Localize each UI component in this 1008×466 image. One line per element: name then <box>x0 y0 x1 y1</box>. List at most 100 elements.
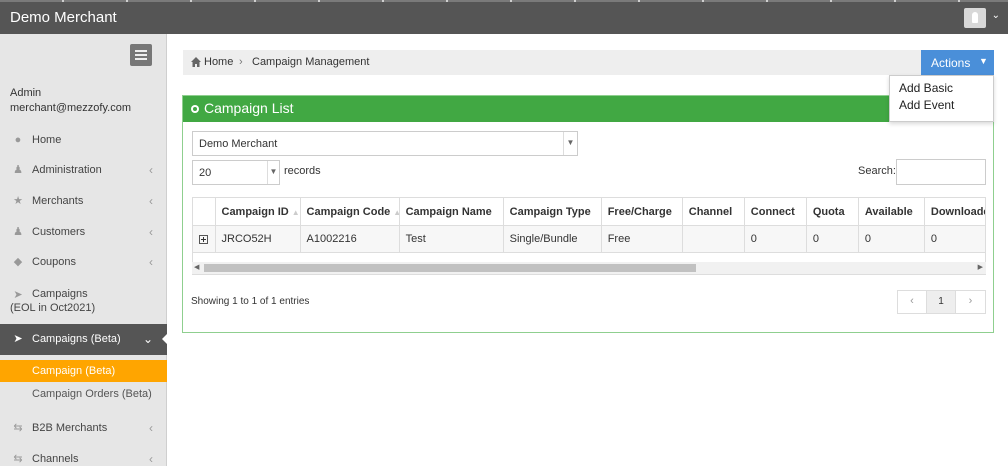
sidebar-subitem-campaign-beta[interactable]: Campaign (Beta) <box>0 360 167 382</box>
table-cell: Single/Bundle <box>503 225 602 253</box>
sidebar-item-label: Channels <box>32 453 79 465</box>
sidebar-item-label: Customers <box>32 226 86 238</box>
merchant-select-value: Demo Merchant <box>199 138 278 150</box>
actions-dropdown-menu: Add Basic Add Event <box>889 75 994 122</box>
expand-icon[interactable] <box>199 234 208 244</box>
page-length-value: 20 <box>199 167 212 179</box>
rocket-icon: ➤ <box>13 289 23 301</box>
pagination-page-button[interactable]: 1 <box>927 291 956 313</box>
table-cell: Free <box>601 225 683 253</box>
sidebar-subitem-label: Campaign (Beta) <box>32 365 116 377</box>
scrollbar-thumb[interactable] <box>204 264 696 272</box>
profile-email: merchant@mezzofy.com <box>10 102 131 114</box>
column-header-campaign-name[interactable]: Campaign Name <box>399 197 504 226</box>
sidebar-item-home[interactable]: ● Home <box>0 125 167 155</box>
user-avatar[interactable] <box>964 8 986 28</box>
breadcrumb-current: Campaign Management <box>252 56 370 68</box>
actions-button-label: Actions <box>931 56 971 70</box>
column-header-label: Downloaded <box>930 205 985 218</box>
sidebar-item-merchants[interactable]: ★ Merchants ‹ <box>0 186 167 216</box>
column-header-connect[interactable]: Connect <box>744 197 807 226</box>
page-length-select[interactable]: 20 ▼ <box>192 160 280 185</box>
column-header-campaign-id[interactable]: Campaign ID▲▼ <box>215 197 301 226</box>
menu-item-add-event[interactable]: Add Event <box>899 98 954 112</box>
chevron-down-icon: ⌄ <box>142 332 153 346</box>
circle-icon <box>191 105 199 113</box>
sidebar-item-customers[interactable]: ♟ Customers ‹ <box>0 217 167 247</box>
actions-button[interactable]: Actions ▼ <box>921 50 994 75</box>
column-header-available[interactable]: Available <box>858 197 925 226</box>
merchant-select[interactable]: Demo Merchant ▼ <box>192 131 578 156</box>
table-row[interactable]: JRCO52H A1002216 Test Single/Bundle Free… <box>193 225 985 253</box>
table-info: Showing 1 to 1 of 1 entries <box>191 296 310 307</box>
column-header-label: Available <box>864 205 913 218</box>
dropdown-arrow-icon: ▼ <box>563 132 577 155</box>
pagination-next-button[interactable]: › <box>956 291 985 313</box>
column-header-campaign-type[interactable]: Campaign Type <box>503 197 602 226</box>
breadcrumb: Home › Campaign Management <box>183 50 921 75</box>
chevron-down-icon: ▼ <box>979 56 988 66</box>
column-header-free-charge[interactable]: Free/Charge <box>601 197 683 226</box>
column-header-label: Quota <box>812 205 845 218</box>
pagination: ‹ 1 › <box>897 290 986 314</box>
tag-icon: ◆ <box>13 256 23 268</box>
table-cell-expand[interactable] <box>193 225 216 253</box>
records-label: records <box>284 165 321 177</box>
horizontal-scrollbar[interactable]: ◀ ▶ <box>192 262 986 274</box>
table-header-row: Campaign ID▲▼ Campaign Code▲▼ Campaign N… <box>193 197 985 226</box>
dropdown-arrow-icon: ▼ <box>267 161 279 184</box>
scroll-left-icon[interactable]: ◀ <box>194 263 199 271</box>
campaign-table: Campaign ID▲▼ Campaign Code▲▼ Campaign N… <box>193 197 985 253</box>
sidebar-item-channels[interactable]: ⇆ Channels ‹ <box>0 444 167 466</box>
menu-item-add-basic[interactable]: Add Basic <box>899 81 953 95</box>
profile-name: Admin <box>10 87 42 99</box>
app-title[interactable]: Demo Merchant <box>10 9 117 26</box>
column-header-label: Channel <box>688 205 733 218</box>
pagination-prev-button[interactable]: ‹ <box>898 291 927 313</box>
sidebar-item-label: Coupons <box>32 256 77 268</box>
sidebar-item-campaigns-beta[interactable]: ➤ Campaigns (Beta) ⌄ <box>0 324 168 355</box>
sidebar-item-b2b-merchants[interactable]: ⇆ B2B Merchants ‹ <box>0 413 167 443</box>
column-header-campaign-code[interactable]: Campaign Code▲▼ <box>300 197 400 226</box>
panel-header: Campaign List <box>183 96 993 122</box>
user-icon <box>972 12 978 23</box>
breadcrumb-separator: › <box>239 56 243 68</box>
table-cell: 0 <box>806 225 859 253</box>
sidebar-item-campaigns[interactable]: ➤ Campaigns (EOL in Oct2021) <box>0 284 167 320</box>
panel-title: Campaign List <box>204 100 294 116</box>
top-border <box>0 0 1008 2</box>
breadcrumb-home-link[interactable]: Home <box>204 56 233 68</box>
column-header-label: Campaign Name <box>405 205 492 218</box>
table-cell: JRCO52H <box>215 225 301 253</box>
chevron-left-icon: ‹ <box>149 194 153 208</box>
sidebar-item-coupons[interactable]: ◆ Coupons ‹ <box>0 247 167 277</box>
sidebar-subitem-campaign-orders-beta[interactable]: Campaign Orders (Beta) <box>0 383 167 405</box>
menu-toggle-icon[interactable] <box>130 44 152 66</box>
chevron-left-icon: ‹ <box>149 452 153 466</box>
users-icon: ♟ <box>13 226 23 238</box>
star-icon: ★ <box>13 195 23 207</box>
scroll-right-icon[interactable]: ▶ <box>978 263 983 271</box>
sidebar-item-administration[interactable]: ♟ Administration ‹ <box>0 155 167 185</box>
chevron-left-icon: ‹ <box>149 225 153 239</box>
column-header-quota[interactable]: Quota <box>806 197 859 226</box>
table-cell <box>682 225 745 253</box>
home-icon <box>191 57 201 67</box>
search-input[interactable] <box>896 159 986 185</box>
rocket-icon: ➤ <box>13 333 23 345</box>
column-header-expand <box>193 197 216 226</box>
column-header-label: Campaign Code <box>306 205 391 218</box>
chevron-down-icon[interactable]: ⌄ <box>992 11 1000 21</box>
user-icon: ♟ <box>13 164 23 176</box>
sidebar-item-label: Merchants <box>32 195 84 207</box>
column-header-downloaded[interactable]: Downloaded <box>924 197 985 226</box>
chevron-left-icon: ‹ <box>149 421 153 435</box>
sidebar-item-label: Home <box>32 134 62 146</box>
column-header-channel[interactable]: Channel <box>682 197 745 226</box>
campaign-list-panel: Campaign List Demo Merchant ▼ 20 ▼ recor… <box>182 95 994 333</box>
sidebar: Admin merchant@mezzofy.com ● Home ♟ Admi… <box>0 34 168 466</box>
top-navbar: Demo Merchant ⌄ <box>0 0 1008 34</box>
chevron-left-icon: ‹ <box>149 163 153 177</box>
table-cell: 0 <box>858 225 925 253</box>
exchange-icon: ⇆ <box>13 422 23 434</box>
